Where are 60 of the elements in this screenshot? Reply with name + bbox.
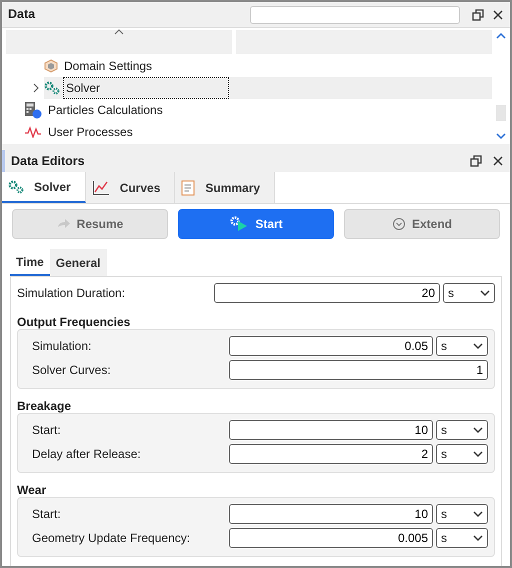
line-chart-icon (92, 180, 110, 196)
number-field[interactable]: 2 (229, 444, 433, 464)
field-label: Delay after Release: (32, 446, 142, 463)
group-title: Output Frequencies (17, 314, 132, 331)
wave-icon (24, 126, 42, 138)
group-title: Breakage (17, 398, 72, 415)
number-field[interactable]: 1 (229, 360, 488, 380)
tree-item[interactable]: Solver (44, 77, 492, 99)
close-icon[interactable] (492, 155, 504, 167)
chevron-down-icon (480, 290, 490, 296)
group-title: Wear (17, 482, 48, 499)
restore-icon[interactable] (472, 8, 484, 20)
unit-dropdown[interactable]: s (436, 420, 488, 440)
unit-dropdown[interactable]: s (436, 504, 488, 524)
field-label: Start: (32, 422, 62, 439)
document-icon (181, 180, 196, 196)
calculator-icon (24, 101, 42, 119)
gears-icon (8, 180, 24, 194)
tab[interactable]: Solver (2, 172, 86, 203)
chevron-circle-icon (392, 217, 406, 231)
arrow-icon (56, 218, 71, 230)
tab[interactable]: Summary (175, 172, 276, 203)
restore-icon[interactable] (470, 155, 482, 167)
chevron-down-icon (473, 343, 483, 349)
tree-item[interactable]: Domain Settings (62, 56, 154, 76)
number-field[interactable]: 0.005 (229, 528, 433, 548)
scroll-up-icon[interactable] (496, 32, 506, 39)
chevron-down-icon (473, 427, 483, 433)
chevron-down-icon (473, 451, 483, 457)
chevron-down-icon (473, 535, 483, 541)
number-field[interactable]: 10 (229, 420, 433, 440)
field-label: Geometry Update Frequency: (32, 530, 192, 547)
expand-icon[interactable] (32, 83, 40, 93)
tree-item[interactable]: User Processes (46, 122, 135, 142)
number-field[interactable]: 20 (214, 283, 440, 303)
field-label: Solver Curves: (32, 362, 112, 379)
tab[interactable]: Curves (86, 172, 176, 203)
gear-play-icon (229, 215, 250, 233)
search-field[interactable] (250, 6, 460, 24)
close-icon[interactable] (492, 8, 504, 20)
unit-dropdown[interactable]: s (436, 444, 488, 464)
gears-icon (44, 81, 60, 95)
cube-icon (44, 59, 58, 73)
tab[interactable]: General (50, 249, 106, 276)
number-field[interactable]: 0.05 (229, 336, 433, 356)
panel-title: Data Editors (11, 152, 85, 170)
action-button[interactable]: Start (178, 209, 334, 239)
field-label: Start: (32, 506, 62, 523)
chevron-down-icon (473, 511, 483, 517)
field-label: Simulation Duration: (17, 285, 126, 302)
number-field[interactable]: 10 (229, 504, 433, 524)
panel-title: Data (8, 6, 36, 24)
field-label: Simulation: (32, 338, 92, 355)
tree-item[interactable]: Particles Calculations (46, 100, 165, 120)
scrollbar-thumb[interactable] (496, 105, 506, 121)
unit-dropdown[interactable]: s (436, 336, 488, 356)
unit-dropdown[interactable]: s (443, 283, 495, 303)
sort-icon (114, 29, 124, 35)
unit-dropdown[interactable]: s (436, 528, 488, 548)
scroll-down-icon[interactable] (496, 133, 506, 140)
